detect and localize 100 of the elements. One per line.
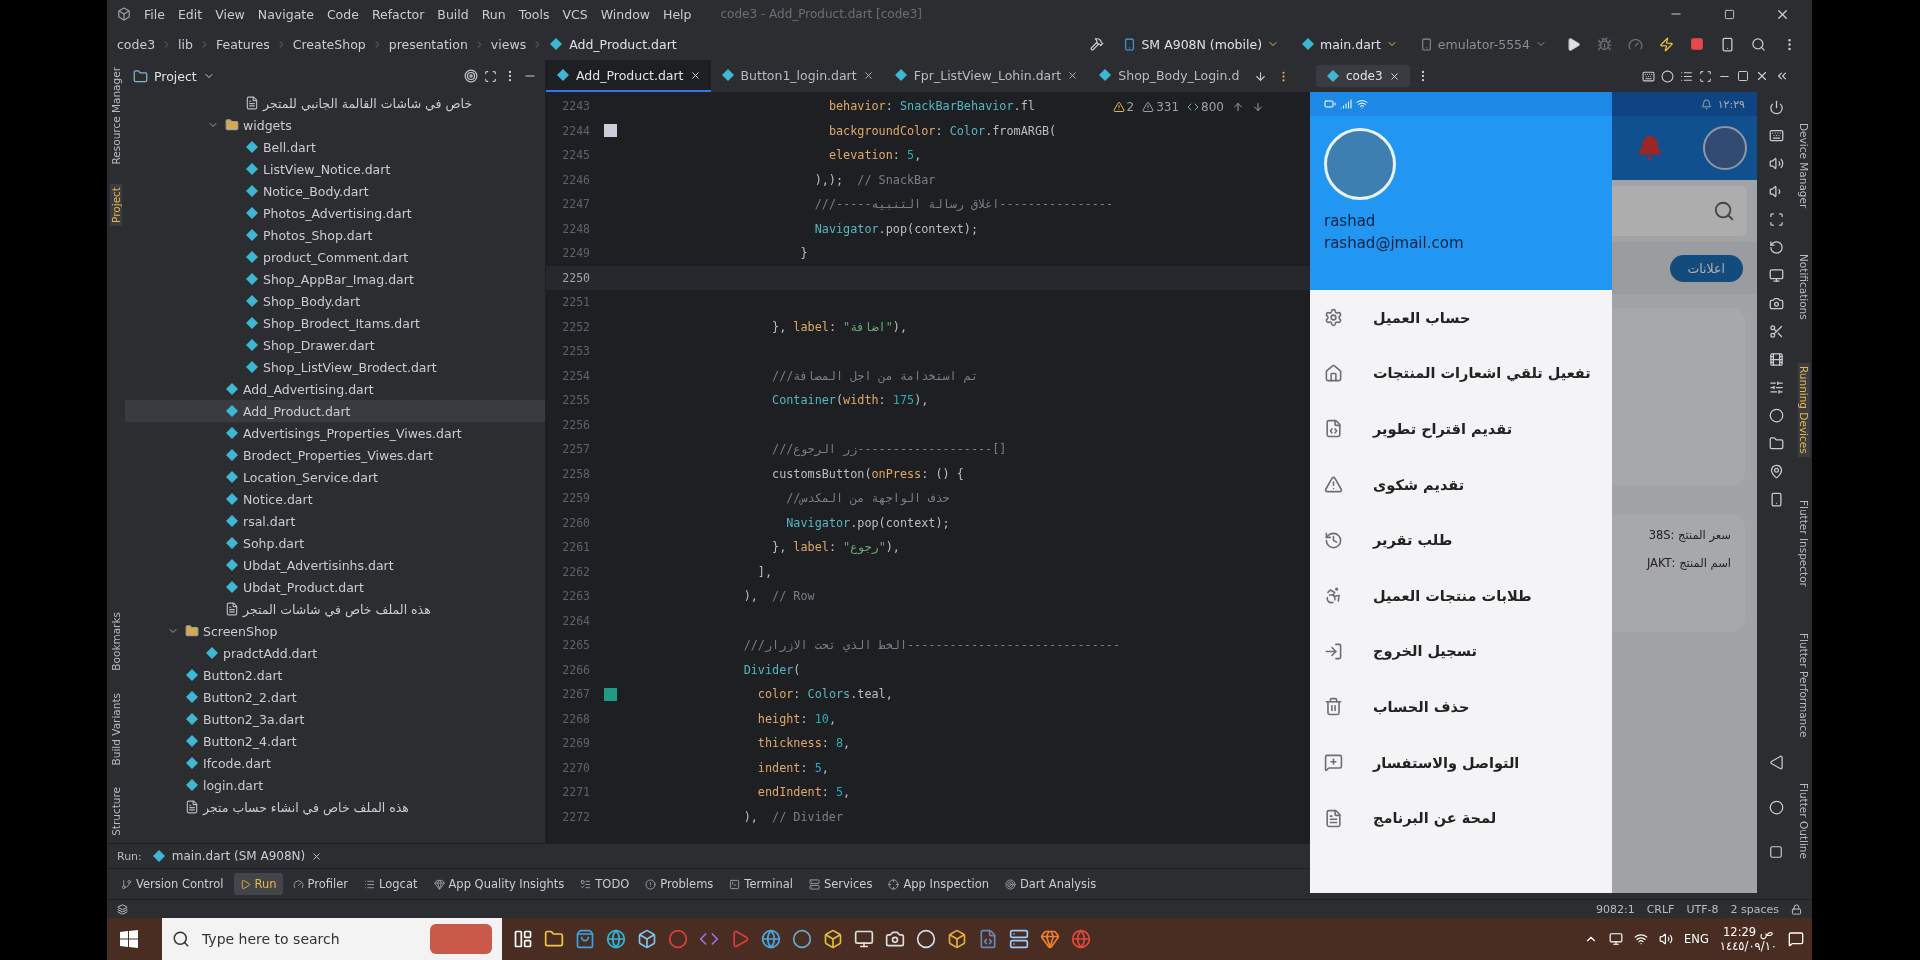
keyboard-icon[interactable]: [1642, 69, 1655, 83]
breadcrumb-item[interactable]: lib: [178, 36, 193, 52]
close-icon[interactable]: [689, 69, 701, 81]
tree-item[interactable]: rsal.dart: [125, 510, 545, 532]
breadcrumb-item[interactable]: presentation: [388, 36, 468, 52]
shopping-bag-icon[interactable]: [575, 929, 595, 949]
breadcrumb-item[interactable]: code3: [117, 36, 156, 52]
tool-tab[interactable]: Dart Analysis: [998, 873, 1103, 895]
tree-item[interactable]: Shop_ListView_Brodect.dart: [125, 356, 545, 378]
tool-window-tab[interactable]: Build Variants: [110, 689, 122, 769]
tree-item[interactable]: Ubdat_Product.dart: [125, 576, 545, 598]
panel-title[interactable]: Project: [154, 68, 197, 84]
cube-icon[interactable]: [947, 929, 967, 949]
tree-item[interactable]: product_Comment.dart: [125, 246, 545, 268]
menu-item[interactable]: File: [144, 6, 165, 22]
menu-item[interactable]: Edit: [177, 6, 203, 22]
run-config-selector[interactable]: main.dart: [1293, 34, 1406, 54]
editor-tab[interactable]: Shop_Body_Login.d: [1088, 60, 1250, 92]
home-icon[interactable]: [1768, 800, 1784, 815]
editor-tab[interactable]: Add_Product.dart: [546, 60, 711, 92]
tool-tab[interactable]: Run: [233, 873, 283, 895]
ring-icon[interactable]: [792, 929, 812, 949]
tool-window-tab[interactable]: Resource Manager: [110, 64, 122, 168]
breadcrumb-item[interactable]: Features: [216, 36, 270, 52]
tool-tab[interactable]: Logcat: [358, 873, 424, 895]
color-swatch[interactable]: [603, 124, 617, 138]
tree-item[interactable]: Add_Product.dart: [125, 400, 545, 422]
sliders-icon[interactable]: [1768, 380, 1784, 395]
tree-item[interactable]: Button2.dart: [125, 664, 545, 686]
tree-item[interactable]: Add_Advertising.dart: [125, 378, 545, 400]
camera-icon[interactable]: [885, 929, 905, 949]
lock-icon[interactable]: [1791, 903, 1802, 915]
drawer-item[interactable]: تقديم شكوى: [1310, 456, 1612, 513]
tool-tab[interactable]: TODO: [574, 873, 636, 895]
tree-item[interactable]: Button2_2.dart: [125, 686, 545, 708]
scan-icon[interactable]: [1699, 69, 1712, 83]
tool-window-tab[interactable]: Flutter Outline: [1797, 780, 1810, 863]
menu-item[interactable]: Code: [326, 6, 359, 22]
camera-icon[interactable]: [1768, 296, 1784, 311]
drawer-item[interactable]: طلب تقرير: [1310, 512, 1612, 568]
menu-item[interactable]: Build: [437, 6, 469, 22]
circle-icon[interactable]: [1661, 69, 1674, 83]
editor-tab[interactable]: Fpr_ListView_Lohin.dart: [883, 60, 1089, 92]
tree-item[interactable]: Bell.dart: [125, 136, 545, 158]
arrow-down-icon[interactable]: [1252, 101, 1264, 113]
editor-tab[interactable]: Button1_login.dart: [710, 60, 884, 92]
menu-item[interactable]: Refactor: [371, 6, 425, 22]
taskbar-search-bar[interactable]: Type here to search: [162, 918, 502, 960]
notification-icon[interactable]: [1788, 931, 1804, 947]
tree-item[interactable]: Sohp.dart: [125, 532, 545, 554]
maximize-icon[interactable]: [1737, 70, 1749, 82]
globe-icon[interactable]: [761, 929, 781, 949]
gem-icon[interactable]: [1040, 929, 1060, 949]
tree-item[interactable]: Ubdat_Advertisinhs.dart: [125, 554, 545, 576]
globe-icon[interactable]: [606, 929, 626, 949]
tool-tab[interactable]: Services: [802, 873, 879, 895]
breadcrumb-item[interactable]: CreateShop: [292, 36, 366, 52]
rotate-icon[interactable]: [1768, 240, 1784, 255]
menu-item[interactable]: Navigate: [257, 6, 314, 22]
color-swatch[interactable]: [603, 687, 617, 701]
folder-icon[interactable]: [544, 929, 564, 949]
menu-item[interactable]: Tools: [518, 6, 550, 22]
overview-icon[interactable]: [1769, 845, 1783, 859]
volume-up-icon[interactable]: [1768, 156, 1784, 171]
wifi-icon[interactable]: [1634, 932, 1649, 946]
double-chevron-icon[interactable]: [1775, 69, 1789, 83]
drawer-item[interactable]: حذف الحساب: [1310, 679, 1612, 735]
menu-item[interactable]: VCS: [562, 6, 588, 22]
menu-item[interactable]: View: [215, 6, 245, 22]
drawer-item[interactable]: طلابات منتجات العميل: [1310, 567, 1612, 624]
file-tab[interactable]: main.dart (SM A908N): [151, 849, 323, 863]
tool-tab[interactable]: Profiler: [286, 873, 355, 895]
tree-item[interactable]: Button2_3a.dart: [125, 708, 545, 730]
tree-item[interactable]: Button2_4.dart: [125, 730, 545, 752]
tree-item[interactable]: pradctAdd.dart: [125, 642, 545, 664]
circle-icon[interactable]: [1768, 408, 1784, 423]
film-icon[interactable]: [1768, 352, 1784, 367]
drawer-item[interactable]: تقديم اقتراح تطوير: [1310, 401, 1612, 457]
tree-item[interactable]: Photos_Advertising.dart: [125, 202, 545, 224]
monitor-icon[interactable]: [1768, 268, 1784, 283]
tree-item[interactable]: Shop_AppBar_Imag.dart: [125, 268, 545, 290]
monitor-icon[interactable]: [854, 929, 874, 949]
list-icon[interactable]: [1680, 69, 1693, 83]
target-icon[interactable]: [464, 69, 478, 83]
tool-tab[interactable]: Version Control: [115, 873, 230, 895]
code-file-icon[interactable]: [978, 929, 998, 949]
tool-window-tab[interactable]: Notifications: [1797, 251, 1810, 323]
tree-item[interactable]: ListView_Notice.dart: [125, 158, 545, 180]
menu-item[interactable]: Run: [481, 6, 506, 22]
menu-item[interactable]: Window: [600, 6, 650, 22]
close-icon[interactable]: [862, 69, 874, 81]
tool-window-tab[interactable]: Project: [110, 183, 122, 226]
file-encoding[interactable]: UTF-8: [1686, 902, 1719, 916]
tree-item[interactable]: خاص في شاشات القالمة الجانبي للمتجر: [125, 92, 545, 114]
tool-window-tab[interactable]: Device Manager: [1797, 120, 1810, 212]
close-icon[interactable]: [1755, 69, 1769, 83]
tree-item[interactable]: Advertisings_Properties_Viwes.dart: [125, 422, 545, 444]
cube-icon[interactable]: [637, 929, 657, 949]
device-selector[interactable]: SM A908N (mobile): [1115, 34, 1287, 54]
close-icon[interactable]: [1067, 69, 1079, 81]
